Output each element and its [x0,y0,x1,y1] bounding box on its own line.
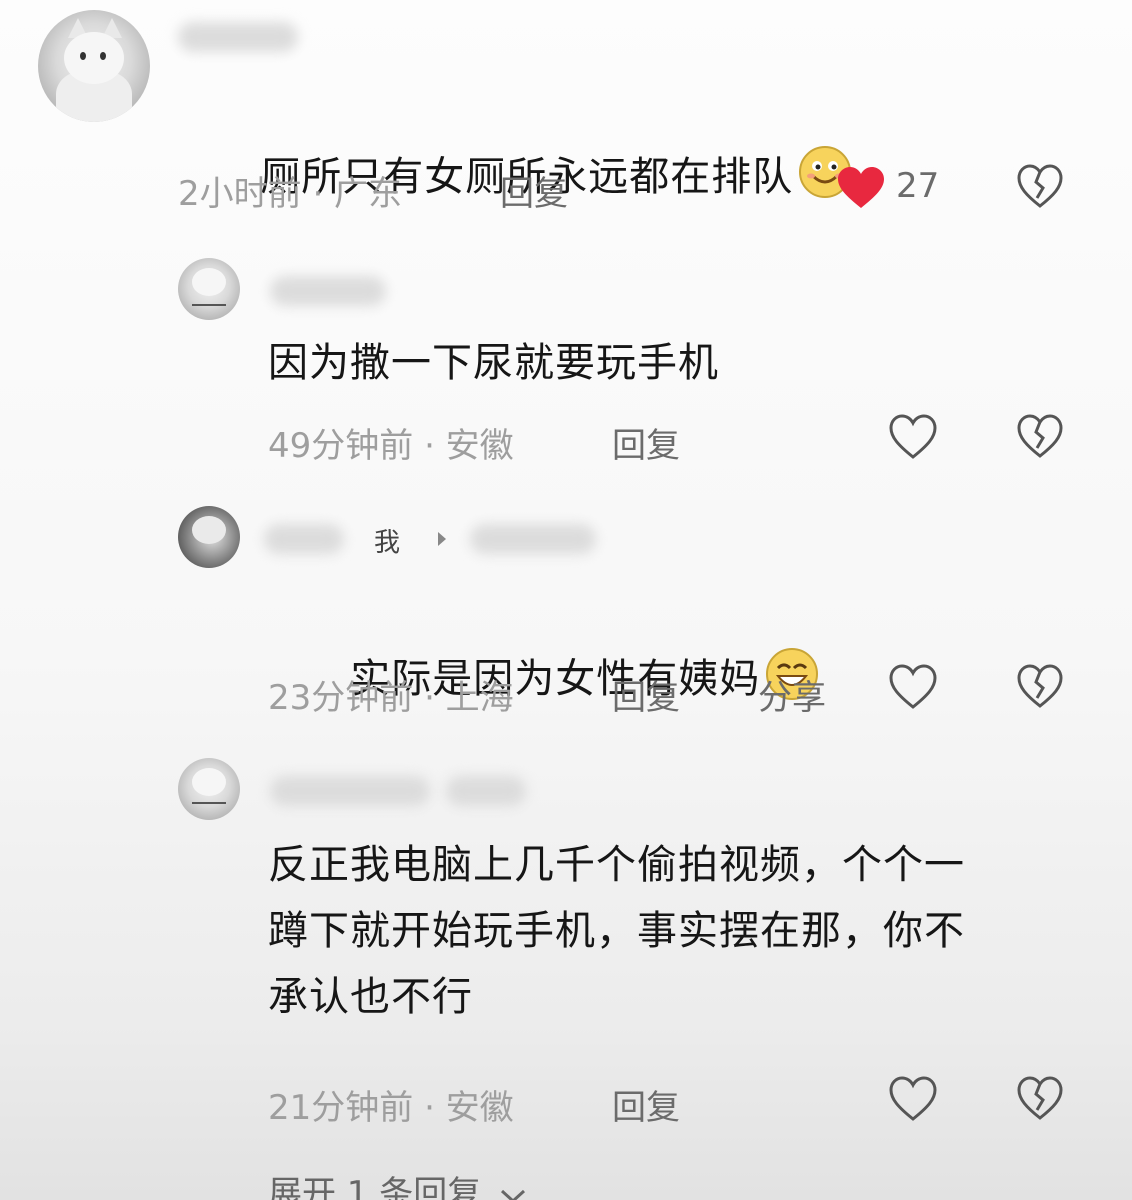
broken-heart-icon[interactable] [1016,1076,1064,1122]
reply-to-username-blurred[interactable] [470,524,596,554]
comment-text: 反正我电脑上几千个偷拍视频，个个一 蹲下就开始玩手机，事实摆在那，你不 承认也不… [268,842,965,1020]
heart-icon[interactable] [888,664,938,710]
avatar[interactable] [178,506,240,568]
heart-icon[interactable] [888,414,938,460]
comment-meta: 23分钟前 · 上海 [268,678,514,718]
avatar[interactable] [178,258,240,320]
expand-replies-label: 展开 1 条回复 [268,1174,482,1200]
reply-button[interactable]: 回复 [500,166,568,215]
me-tag: 我 [374,528,401,558]
expand-replies-button[interactable]: 展开 1 条回复 [268,1166,528,1200]
comment-meta: 21分钟前 · 安徽 [268,1088,514,1128]
like-count: 27 [896,166,940,206]
broken-heart-icon[interactable] [1016,164,1064,210]
reply-button[interactable]: 回复 [612,670,680,719]
username-blurred[interactable] [270,276,386,306]
reply-button[interactable]: 回复 [612,1080,680,1129]
avatar[interactable] [38,10,150,122]
comment-meta: 49分钟前 · 安徽 [268,426,514,466]
comment-thread-screen: 厕所只有女厕所永远都在排队 2小时前 · 广东 回复 27 因为撒一下尿就要玩手… [0,0,1132,1200]
broken-heart-icon[interactable] [1016,414,1064,460]
user-tag-blurred [446,776,526,806]
share-button[interactable]: 分享 [758,670,826,719]
heart-icon[interactable] [836,166,886,210]
username-blurred[interactable] [270,776,430,806]
avatar[interactable] [178,758,240,820]
username-blurred[interactable] [264,524,344,554]
triangle-right-icon [438,532,446,546]
heart-icon[interactable] [888,1076,938,1122]
comment-meta: 2小时前 · 广东 [178,174,403,214]
chevron-down-icon [501,1189,526,1200]
broken-heart-icon[interactable] [1016,664,1064,710]
reply-button[interactable]: 回复 [612,418,680,467]
comment-text: 因为撒一下尿就要玩手机 [268,340,719,386]
username-blurred[interactable] [178,22,298,52]
